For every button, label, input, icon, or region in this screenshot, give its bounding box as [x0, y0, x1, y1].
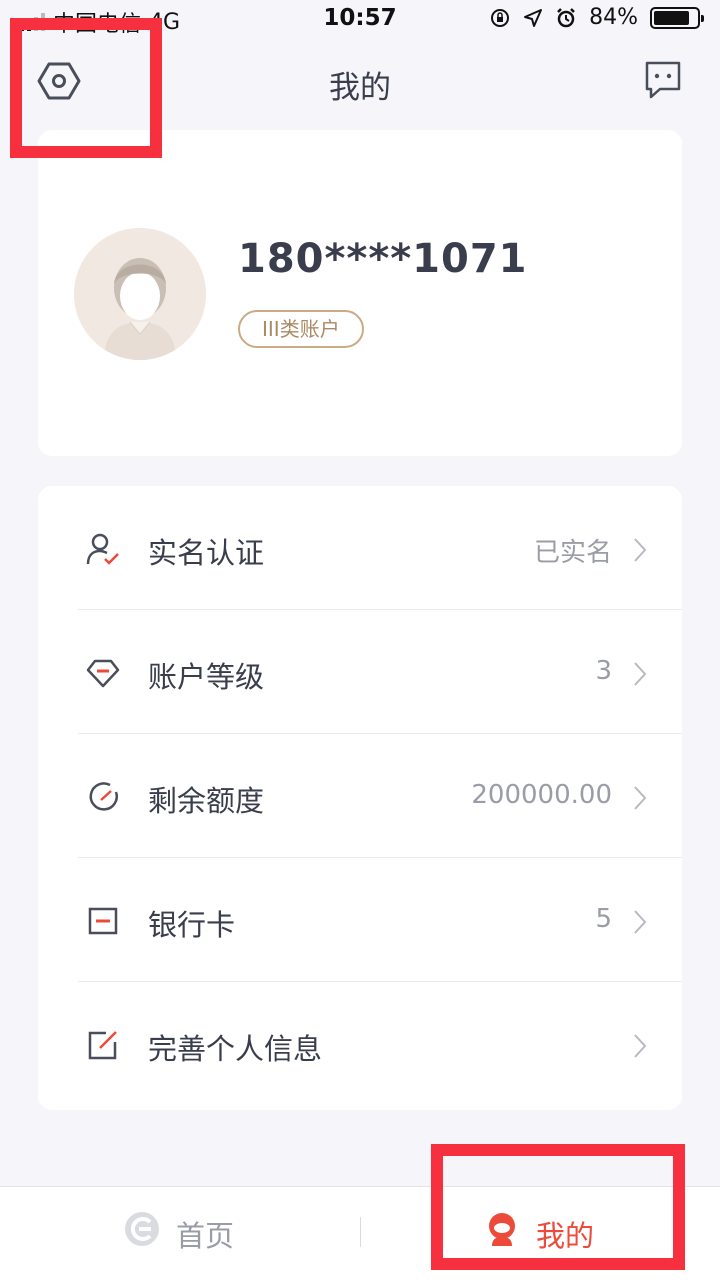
menu-value: 3 [595, 656, 612, 686]
home-logo-icon [125, 1212, 159, 1246]
diamond-level-icon [86, 659, 120, 688]
tab-home[interactable]: 首页 [120, 1187, 420, 1280]
menu-value: 200000.00 [471, 780, 612, 810]
menu-item-remaining-quota[interactable]: 剩余额度 200000.00 [38, 734, 682, 858]
chevron-right-icon [634, 910, 647, 934]
status-bar: 中国电信 4G 10:57 84% [0, 0, 720, 40]
battery-level [654, 10, 690, 25]
tab-label: 我的 [536, 1219, 595, 1253]
avatar[interactable] [74, 228, 206, 360]
user-check-icon [86, 533, 119, 565]
chevron-right-icon [634, 1034, 647, 1058]
menu-item-account-level[interactable]: 账户等级 3 [38, 610, 682, 734]
tab-label: 首页 [176, 1219, 235, 1253]
gauge-icon [89, 782, 118, 811]
phone-number: 180****1071 [238, 236, 528, 282]
user-avatar-icon [74, 228, 206, 360]
battery-icon [650, 6, 704, 29]
account-type-badge: III类账户 [238, 310, 364, 348]
page-title: 我的 [329, 70, 391, 106]
menu-value: 已实名 [533, 538, 612, 568]
profile-card[interactable]: 180****1071 III类账户 [38, 130, 682, 456]
menu-item-bank-card[interactable]: 银行卡 5 [38, 858, 682, 982]
chevron-right-icon [634, 786, 647, 810]
edit-icon [88, 1031, 117, 1060]
message-icon[interactable] [644, 60, 682, 100]
tab-bar: 首页 我的 [0, 1186, 720, 1280]
chevron-right-icon [634, 662, 647, 686]
menu-label: 账户等级 [148, 660, 265, 694]
menu-label: 剩余额度 [148, 784, 265, 818]
menu-label: 银行卡 [148, 908, 236, 942]
chevron-right-icon [634, 538, 647, 562]
user-tab-icon [489, 1213, 515, 1246]
menu-item-real-name[interactable]: 实名认证 已实名 [38, 486, 682, 610]
menu-item-complete-info[interactable]: 完善个人信息 [38, 982, 682, 1106]
tab-mine[interactable]: 我的 [480, 1187, 720, 1280]
status-right: 84% [489, 5, 704, 30]
menu-label: 实名认证 [148, 536, 265, 570]
rotation-lock-icon [491, 8, 510, 27]
alarm-icon [557, 7, 575, 27]
menu-label: 完善个人信息 [148, 1032, 323, 1066]
bank-card-icon [88, 907, 118, 935]
menu-card: 实名认证 已实名 账户等级 3 剩余额度 200000.00 银行卡 5 完善个… [38, 486, 682, 1110]
menu-value: 5 [595, 904, 612, 934]
battery-percent: 84% [589, 5, 638, 30]
location-icon [524, 8, 543, 27]
nav-bar: 我的 [0, 40, 720, 124]
tab-divider [360, 1217, 361, 1247]
